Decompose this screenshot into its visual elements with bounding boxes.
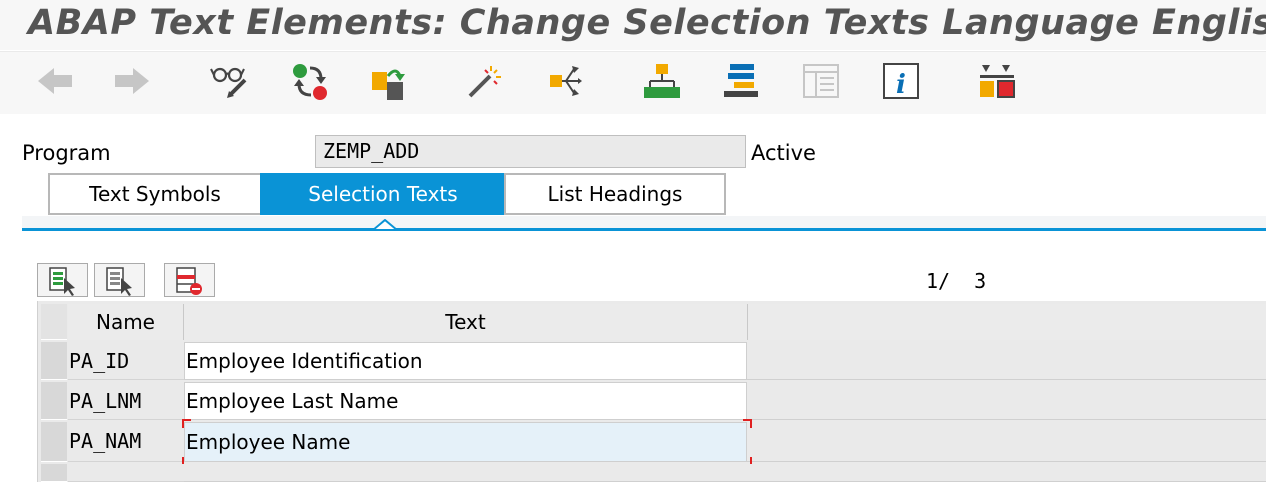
deselect-all-button[interactable] (94, 263, 145, 297)
name-cell: PA_ID (68, 342, 184, 380)
select-all-rows-corner[interactable] (41, 304, 67, 340)
select-all-button[interactable] (37, 263, 88, 297)
text-input-focused[interactable]: Employee Name (184, 422, 747, 462)
text-input[interactable]: Employee Last Name (184, 382, 747, 420)
table-filler (747, 422, 1266, 462)
name-cell: PA_NAM (68, 422, 184, 462)
glasses-pencil-icon (210, 67, 247, 98)
wizard-button[interactable] (464, 60, 506, 102)
tab-text-symbols[interactable]: Text Symbols (48, 173, 262, 215)
row-selector[interactable] (41, 422, 67, 462)
where-used-icon (550, 66, 582, 96)
program-label: Program (22, 141, 111, 165)
magic-wand-icon (468, 66, 501, 98)
hierarchy-button[interactable] (641, 60, 683, 102)
focus-corner (743, 419, 752, 428)
row-selector[interactable] (41, 382, 67, 420)
copy-object-icon (372, 69, 405, 100)
delete-row-icon (176, 267, 202, 295)
row-selector[interactable] (41, 342, 67, 380)
merge-button[interactable] (976, 60, 1018, 102)
display-change-button[interactable] (209, 60, 251, 102)
column-header-empty (748, 304, 1266, 340)
tab-selection-texts[interactable]: Selection Texts (260, 173, 506, 215)
program-field[interactable]: ZEMP_ADD (315, 135, 746, 168)
application-toolbar: i (0, 51, 1266, 114)
arrow-right-icon (115, 68, 149, 94)
merge-icon (980, 65, 1015, 98)
column-header-name[interactable]: Name (68, 304, 184, 340)
table-filler (747, 342, 1266, 380)
copy-object-button[interactable] (368, 60, 410, 102)
name-cell: PA_LNM (68, 382, 184, 420)
empty-row (184, 464, 1266, 482)
window-title: ABAP Text Elements: Change Selection Tex… (28, 3, 1266, 43)
tab-strip-background (22, 216, 1266, 228)
activate-cycle-icon (293, 64, 327, 100)
delete-row-button[interactable] (164, 263, 215, 297)
info-icon: i (883, 63, 919, 100)
text-input[interactable]: Employee Identification (184, 342, 747, 380)
forward-button[interactable] (111, 60, 153, 102)
information-button[interactable]: i (880, 60, 922, 102)
selection-texts-table: Name Text PA_ID Employee Identification … (37, 301, 1266, 482)
title-bar: ABAP Text Elements: Change Selection Tex… (0, 0, 1266, 50)
column-header-text[interactable]: Text (184, 304, 748, 340)
active-tab-indicator (373, 219, 397, 230)
tab-list-headings[interactable]: List Headings (504, 173, 726, 215)
arrow-left-icon (38, 68, 72, 94)
table-filler (747, 382, 1266, 420)
where-used-button[interactable] (544, 60, 586, 102)
page-counter: 1/ 3 (926, 269, 987, 293)
deselect-all-icon (106, 267, 132, 296)
layout-button[interactable] (800, 60, 842, 102)
svg-text:i: i (896, 70, 906, 100)
program-status: Active (751, 141, 816, 165)
row-selector[interactable] (41, 464, 67, 482)
hierarchy-icon (644, 64, 680, 98)
back-button[interactable] (34, 60, 76, 102)
layout-icon (803, 64, 839, 98)
empty-name-cell (68, 464, 184, 482)
tab-underline (22, 228, 1266, 231)
other-object-button[interactable] (720, 60, 762, 102)
activate-button[interactable] (289, 60, 331, 102)
focus-corner (182, 419, 191, 428)
stack-icon (724, 64, 758, 97)
select-all-icon (49, 267, 75, 296)
